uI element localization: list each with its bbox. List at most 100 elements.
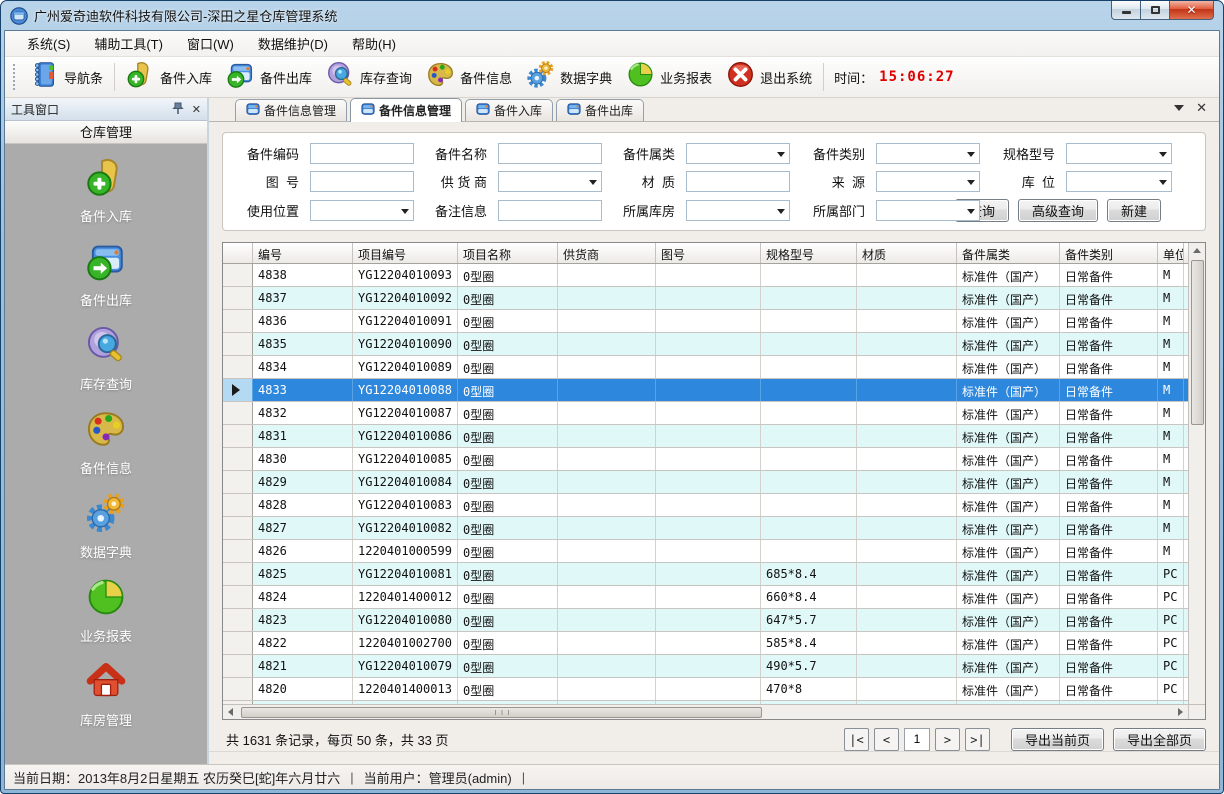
tab-list-dropdown-icon[interactable] xyxy=(1174,105,1184,111)
form-combo-2-0[interactable] xyxy=(310,200,414,221)
maximize-button[interactable] xyxy=(1141,1,1170,20)
table-row[interactable]: 4823YG122040100800型圈647*5.7标准件（国产）日常备件PC xyxy=(223,609,1188,632)
row-selector-cell[interactable] xyxy=(223,701,253,704)
prev-page-button[interactable]: < xyxy=(874,728,899,751)
vertical-scrollbar[interactable] xyxy=(1188,243,1205,719)
advanced-search-button[interactable]: 高级查询 xyxy=(1018,199,1098,222)
table-row[interactable]: 482412204014000120型圈660*8.4标准件（国产）日常备件PC xyxy=(223,586,1188,609)
row-selector-cell[interactable] xyxy=(223,471,253,493)
vertical-scrollbar-thumb[interactable] xyxy=(1191,260,1204,425)
tab-0[interactable]: 备件信息管理 xyxy=(235,99,347,121)
close-button[interactable]: ✕ xyxy=(1170,1,1214,20)
row-selector-cell[interactable] xyxy=(223,678,253,700)
first-page-button[interactable]: |< xyxy=(844,728,869,751)
toolbar-button-1[interactable]: 备件入库 xyxy=(119,57,219,97)
form-combo-1-4[interactable] xyxy=(1066,171,1172,192)
column-header-4[interactable]: 供货商 xyxy=(558,243,656,263)
column-header-1[interactable]: 编号 xyxy=(253,243,353,263)
form-combo-2-2[interactable] xyxy=(686,200,790,221)
toolbar-button-4[interactable]: 备件信息 xyxy=(419,57,519,97)
last-page-button[interactable]: >| xyxy=(965,728,990,751)
toolbar-button-0[interactable]: 导航条 xyxy=(23,57,110,97)
row-selector-cell[interactable] xyxy=(223,425,253,447)
row-selector-cell[interactable] xyxy=(223,517,253,539)
column-header-3[interactable]: 项目名称 xyxy=(458,243,558,263)
table-row[interactable]: 482612204010005990型圈标准件（国产）日常备件M xyxy=(223,540,1188,563)
form-combo-0-4[interactable] xyxy=(1066,143,1172,164)
tab-1[interactable]: 备件信息管理 xyxy=(350,98,462,122)
row-selector-cell[interactable] xyxy=(223,379,253,401)
table-row[interactable]: 482012204014000130型圈470*8标准件（国产）日常备件PC xyxy=(223,678,1188,701)
row-selector-cell[interactable] xyxy=(223,356,253,378)
row-selector-cell[interactable] xyxy=(223,287,253,309)
menu-item-2[interactable]: 窗口(W) xyxy=(175,31,246,56)
menu-item-0[interactable]: 系统(S) xyxy=(15,31,82,56)
form-input-2-1[interactable] xyxy=(498,200,602,221)
form-combo-1-3[interactable] xyxy=(876,171,980,192)
scroll-right-icon[interactable] xyxy=(1173,705,1188,720)
scroll-up-icon[interactable] xyxy=(1190,243,1205,258)
dock-item-3[interactable]: 备件信息 xyxy=(80,408,132,477)
form-combo-1-1[interactable] xyxy=(498,171,602,192)
row-selector-cell[interactable] xyxy=(223,333,253,355)
tab-2[interactable]: 备件入库 xyxy=(465,99,553,121)
table-row[interactable]: 4825YG122040100810型圈685*8.4标准件（国产）日常备件PC xyxy=(223,563,1188,586)
row-selector-cell[interactable] xyxy=(223,586,253,608)
row-selector-cell[interactable] xyxy=(223,448,253,470)
menu-item-1[interactable]: 辅助工具(T) xyxy=(82,31,175,56)
export-current-page-button[interactable]: 导出当前页 xyxy=(1011,728,1104,751)
table-row[interactable]: 4834YG122040100890型圈标准件（国产）日常备件M xyxy=(223,356,1188,379)
horizontal-scrollbar[interactable] xyxy=(223,704,1188,719)
page-number-input[interactable]: 1 xyxy=(904,728,930,751)
table-row[interactable]: 4838YG122040100930型圈标准件（国产）日常备件M xyxy=(223,264,1188,287)
dock-item-2[interactable]: 库存查询 xyxy=(80,324,132,393)
dock-item-5[interactable]: 业务报表 xyxy=(80,576,132,645)
table-row[interactable]: 4821YG122040100790型圈490*5.7标准件（国产）日常备件PC xyxy=(223,655,1188,678)
tab-3[interactable]: 备件出库 xyxy=(556,99,644,121)
table-row[interactable]: 482212204010027000型圈585*8.4标准件（国产）日常备件PC xyxy=(223,632,1188,655)
tool-window-close-icon[interactable]: ✕ xyxy=(192,103,201,116)
table-row[interactable]: 4835YG122040100900型圈标准件（国产）日常备件M xyxy=(223,333,1188,356)
column-header-8[interactable]: 备件属类 xyxy=(957,243,1060,263)
row-selector-cell[interactable] xyxy=(223,632,253,654)
next-page-button[interactable]: > xyxy=(935,728,960,751)
table-row[interactable]: 4829YG122040100840型圈标准件（国产）日常备件M xyxy=(223,471,1188,494)
tab-close-icon[interactable]: ✕ xyxy=(1196,103,1207,113)
table-row[interactable]: 4831YG122040100860型圈标准件（国产）日常备件M xyxy=(223,425,1188,448)
toolbar-grip[interactable] xyxy=(13,64,18,90)
toolbar-button-5[interactable]: 数据字典 xyxy=(519,57,619,97)
toolbar-button-7[interactable]: 退出系统 xyxy=(719,57,819,97)
column-header-9[interactable]: 备件类别 xyxy=(1060,243,1158,263)
column-header-0[interactable] xyxy=(223,243,253,263)
menu-item-3[interactable]: 数据维护(D) xyxy=(246,31,340,56)
column-header-2[interactable]: 项目编号 xyxy=(353,243,458,263)
column-header-10[interactable]: 单位 xyxy=(1158,243,1184,263)
table-row[interactable]: 4830YG122040100850型圈标准件（国产）日常备件M xyxy=(223,448,1188,471)
form-combo-0-2[interactable] xyxy=(686,143,790,164)
dock-item-0[interactable]: 备件入库 xyxy=(80,156,132,225)
form-input-1-2[interactable] xyxy=(686,171,790,192)
form-combo-2-3[interactable] xyxy=(876,200,980,221)
dock-item-4[interactable]: 数据字典 xyxy=(80,492,132,561)
dock-item-1[interactable]: 备件出库 xyxy=(80,240,132,309)
row-selector-cell[interactable] xyxy=(223,563,253,585)
table-row[interactable]: 4837YG122040100920型圈标准件（国产）日常备件M xyxy=(223,287,1188,310)
toolbar-button-6[interactable]: 业务报表 xyxy=(619,57,719,97)
table-row[interactable]: 4827YG122040100820型圈标准件（国产）日常备件M xyxy=(223,517,1188,540)
row-selector-cell[interactable] xyxy=(223,310,253,332)
toolbar-button-3[interactable]: 库存查询 xyxy=(319,57,419,97)
export-all-pages-button[interactable]: 导出全部页 xyxy=(1113,728,1206,751)
menu-item-4[interactable]: 帮助(H) xyxy=(340,31,408,56)
table-row[interactable]: 4836YG122040100910型圈标准件（国产）日常备件M xyxy=(223,310,1188,333)
row-selector-cell[interactable] xyxy=(223,402,253,424)
scroll-left-icon[interactable] xyxy=(223,705,238,720)
dock-item-6[interactable]: 库房管理 xyxy=(80,660,132,729)
column-header-7[interactable]: 材质 xyxy=(857,243,957,263)
form-combo-0-3[interactable] xyxy=(876,143,980,164)
form-input-0-1[interactable] xyxy=(498,143,602,164)
table-row[interactable]: 4832YG122040100870型圈标准件（国产）日常备件M xyxy=(223,402,1188,425)
row-selector-cell[interactable] xyxy=(223,264,253,286)
horizontal-scrollbar-thumb[interactable] xyxy=(241,707,762,718)
form-input-1-0[interactable] xyxy=(310,171,414,192)
column-header-5[interactable]: 图号 xyxy=(656,243,761,263)
